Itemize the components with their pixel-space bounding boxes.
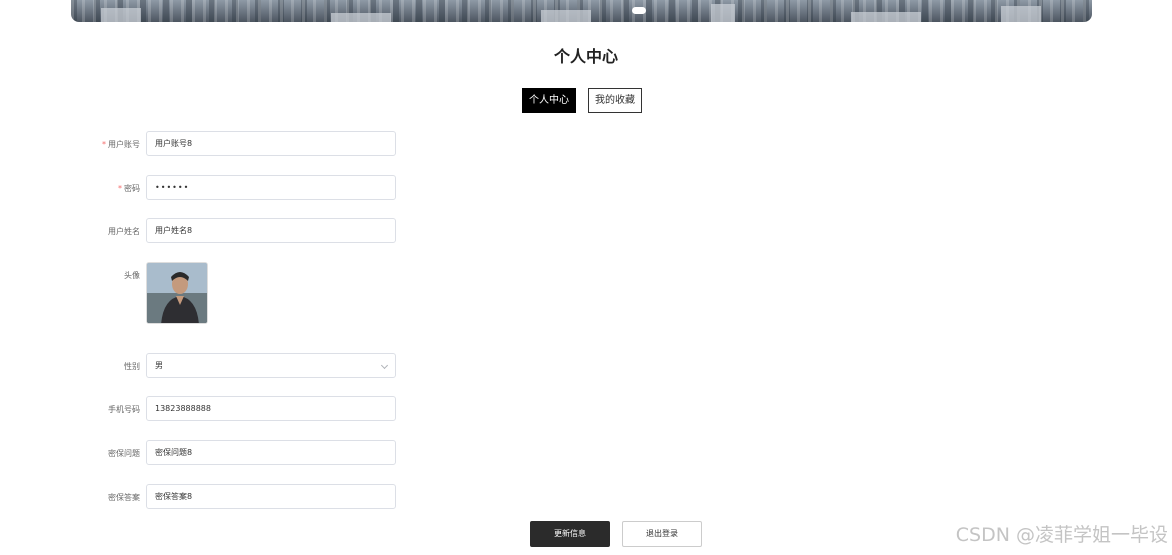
carousel-indicator[interactable]	[632, 7, 646, 14]
banner-building	[331, 13, 391, 22]
required-marker: *	[102, 140, 106, 149]
watermark: CSDN @凌菲学姐一毕设	[955, 524, 1168, 546]
account-input[interactable]: 用户账号8	[146, 131, 396, 156]
logout-button[interactable]: 退出登录	[622, 521, 702, 547]
question-label: 密保问题	[108, 449, 140, 458]
page-title: 个人中心	[553, 47, 618, 66]
account-label: * 用户账号	[102, 140, 140, 149]
answer-label: 密保答案	[108, 493, 140, 502]
banner-building	[711, 4, 735, 22]
tab-favorites[interactable]: 我的收藏	[588, 88, 642, 113]
name-input[interactable]: 用户姓名8	[146, 218, 396, 243]
phone-label: 手机号码	[108, 405, 140, 414]
name-label: 用户姓名	[108, 227, 140, 236]
top-banner	[71, 0, 1092, 22]
chevron-down-icon	[380, 361, 389, 370]
banner-building	[851, 12, 921, 22]
avatar-image	[147, 263, 207, 323]
gender-value: 男	[155, 361, 163, 370]
banner-building	[1001, 6, 1041, 22]
required-marker: *	[118, 184, 122, 193]
gender-label: 性别	[124, 362, 140, 371]
question-input[interactable]: 密保问题8	[146, 440, 396, 465]
avatar-upload[interactable]	[146, 262, 208, 324]
gender-select[interactable]: 男	[146, 353, 396, 378]
password-label: * 密码	[118, 184, 140, 193]
password-input[interactable]: ••••••	[146, 175, 396, 200]
update-button[interactable]: 更新信息	[530, 521, 610, 547]
answer-input[interactable]: 密保答案8	[146, 484, 396, 509]
banner-building	[541, 10, 591, 22]
phone-input[interactable]: 13823888888	[146, 396, 396, 421]
avatar-label: 头像	[124, 271, 140, 280]
tab-profile[interactable]: 个人中心	[522, 88, 576, 113]
banner-building	[101, 8, 141, 22]
